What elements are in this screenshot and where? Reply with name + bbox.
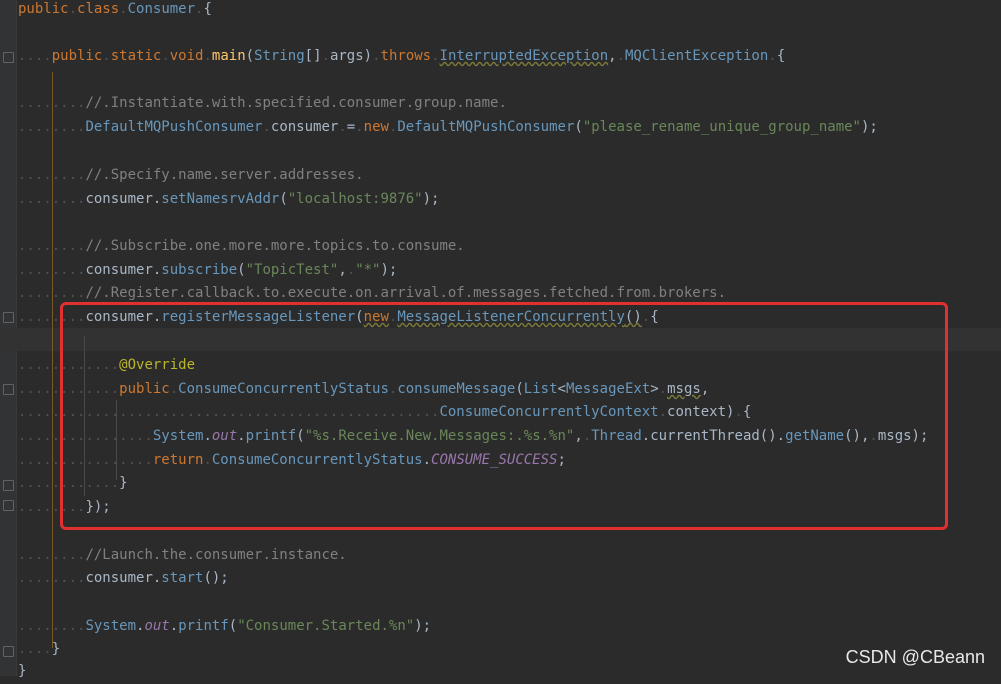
code-line: ........//Launch.the.consumer.instance. bbox=[18, 547, 347, 563]
fold-marker-icon[interactable] bbox=[3, 500, 14, 511]
fold-marker-icon[interactable] bbox=[3, 646, 14, 657]
code-line: ........System.out.printf("Consumer.Star… bbox=[18, 618, 432, 634]
code-line: ........//.Instantiate.with.specified.co… bbox=[18, 95, 507, 111]
code-line: ........//.Specify.name.server.addresses… bbox=[18, 167, 364, 183]
code-line: ....public.static.void.main(String[].arg… bbox=[18, 48, 786, 64]
fold-marker-icon[interactable] bbox=[3, 52, 14, 63]
code-line: } bbox=[18, 663, 27, 679]
code-line: ........consumer.subscribe("TopicTest",.… bbox=[18, 262, 398, 278]
fold-marker-icon[interactable] bbox=[3, 384, 14, 395]
code-line: ........consumer.setNamesrvAddr("localho… bbox=[18, 191, 440, 207]
watermark: CSDN @CBeann bbox=[845, 647, 985, 667]
code-line: public.class.Consumer.{ bbox=[18, 1, 212, 17]
code-line: ........consumer.start(); bbox=[18, 570, 229, 586]
code-line: ....} bbox=[18, 641, 61, 657]
code-line: ........//.Subscribe.one.more.more.topic… bbox=[18, 238, 465, 254]
fold-marker-icon[interactable] bbox=[3, 312, 14, 323]
annotation-highlight-box bbox=[60, 302, 948, 530]
fold-marker-icon[interactable] bbox=[3, 480, 14, 491]
code-editor[interactable]: public.class.Consumer.{ ....public.stati… bbox=[0, 0, 1001, 679]
code-line: ........DefaultMQPushConsumer.consumer.=… bbox=[18, 119, 878, 135]
